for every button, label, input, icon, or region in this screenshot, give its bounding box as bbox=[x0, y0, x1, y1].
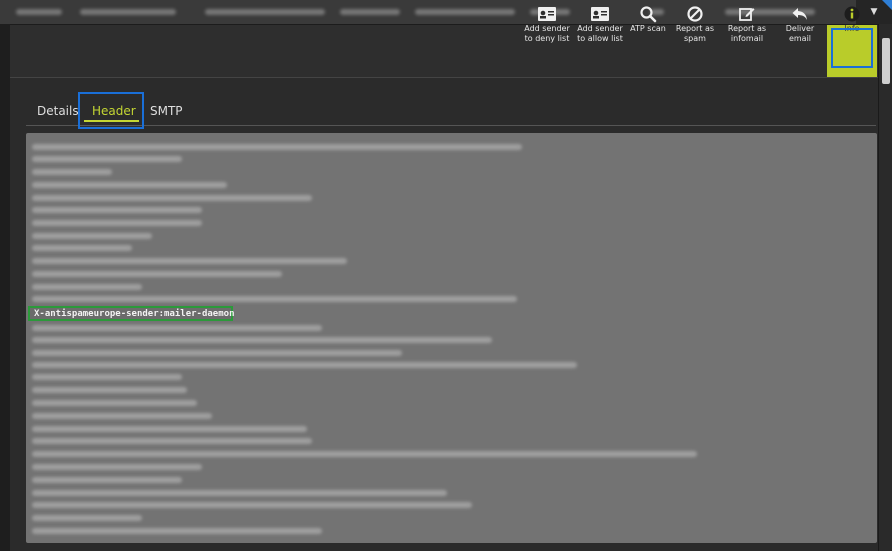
highlighted-header-line: X-antispameurope-sender:mailer-daemon bbox=[28, 306, 235, 321]
info-icon bbox=[843, 4, 861, 24]
atp-scan-button[interactable]: ATP scan bbox=[628, 4, 668, 50]
deliver-email-button[interactable]: Deliver email bbox=[780, 4, 820, 50]
add-sender-deny-label: Add sender to deny list bbox=[524, 24, 570, 43]
edit-icon bbox=[738, 4, 756, 24]
add-sender-allow-label: Add sender to allow list bbox=[577, 24, 623, 43]
ban-icon bbox=[686, 4, 704, 24]
info-highlight-outline bbox=[831, 28, 873, 68]
report-spam-button[interactable]: Report as spam bbox=[673, 4, 717, 50]
search-icon bbox=[639, 4, 657, 24]
atp-scan-label: ATP scan bbox=[630, 24, 666, 33]
tab-bar: Details Header SMTP bbox=[26, 90, 876, 126]
report-spam-label: Report as spam bbox=[675, 24, 715, 43]
tab-smtp[interactable]: SMTP bbox=[150, 104, 183, 118]
add-sender-deny-list-button[interactable]: Add sender to deny list bbox=[523, 4, 571, 50]
tab-details[interactable]: Details bbox=[37, 104, 79, 118]
reply-icon bbox=[791, 4, 809, 24]
id-card-icon bbox=[590, 4, 610, 24]
vertical-scrollbar[interactable] bbox=[878, 24, 892, 551]
report-infomail-button[interactable]: Report as infomail bbox=[724, 4, 770, 50]
scrollbar-thumb[interactable] bbox=[882, 38, 890, 84]
left-edge bbox=[0, 24, 10, 551]
id-card-icon bbox=[537, 4, 557, 24]
deliver-email-label: Deliver email bbox=[785, 24, 815, 43]
highlighted-header-text: X-antispameurope-sender:mailer-daemon bbox=[34, 309, 235, 319]
report-infomail-label: Report as infomail bbox=[727, 24, 767, 43]
add-sender-allow-list-button[interactable]: Add sender to allow list bbox=[576, 4, 624, 50]
header-tab-highlight-outline bbox=[78, 92, 144, 129]
corner-marker bbox=[882, 0, 892, 10]
